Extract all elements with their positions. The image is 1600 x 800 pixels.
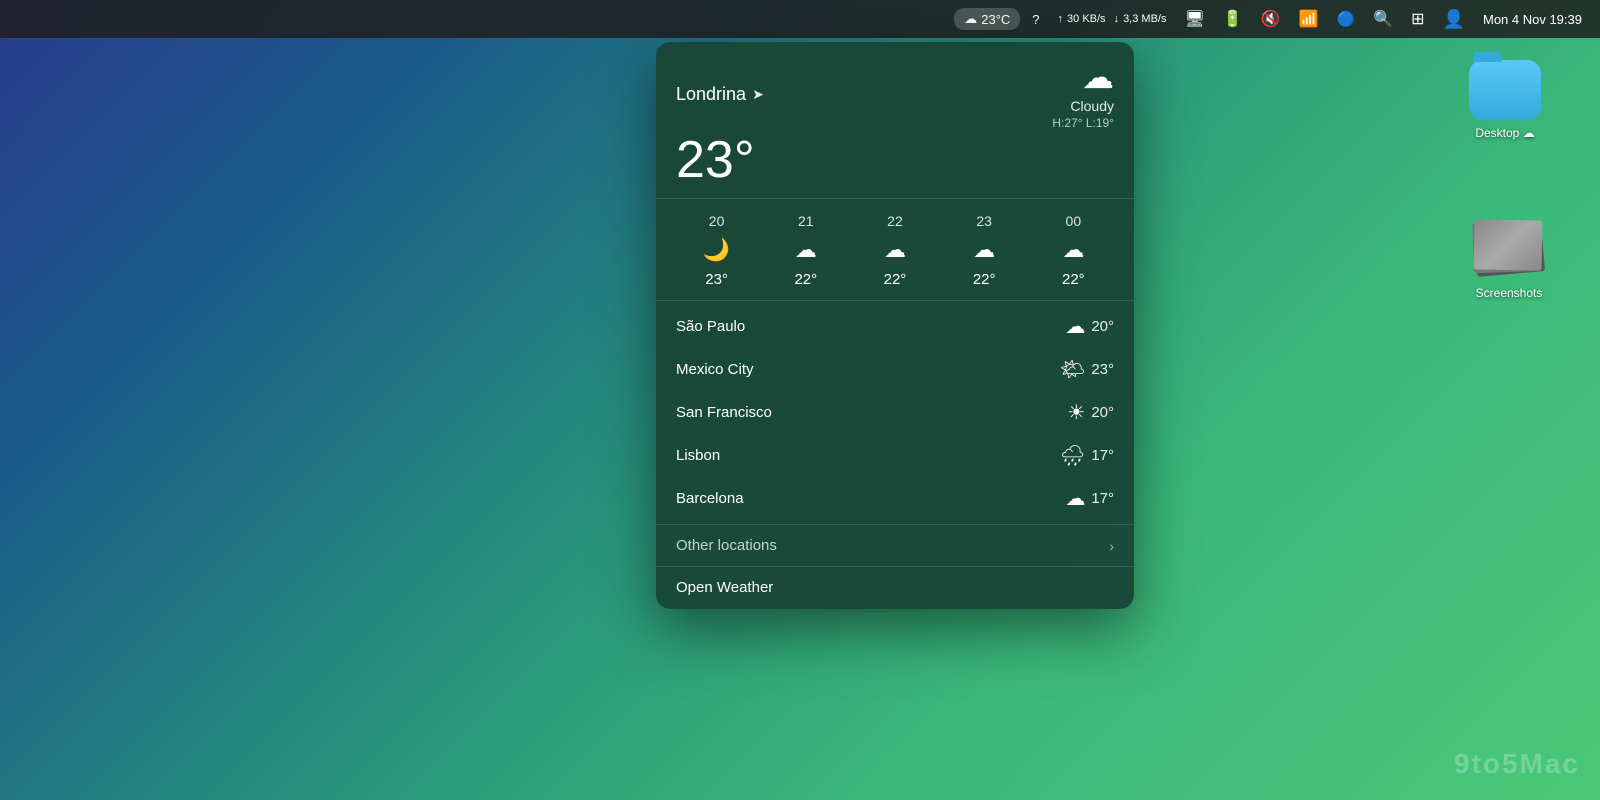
screenshots-icon [1473, 220, 1545, 280]
weather-current-right: ☁ Cloudy H:27° L:19° [1052, 58, 1114, 130]
menubar-avatar[interactable]: 👤 [1437, 7, 1471, 32]
mute-icon: 🔇 [1261, 9, 1281, 29]
screenshots-label: Screenshots [1476, 286, 1543, 300]
current-cloud-icon: ☁ [1082, 58, 1114, 96]
location-name-1: Mexico City [676, 361, 1060, 378]
hourly-icon-0: 🌙 [703, 237, 730, 263]
wifi-icon: 📶 [1299, 9, 1319, 29]
network-down: 3,3 MB/s [1123, 12, 1166, 26]
network-up: 30 KB/s [1067, 12, 1106, 26]
desktop-folder[interactable]: Desktop ☁ [1460, 60, 1550, 140]
menubar-wifi[interactable]: 📶 [1293, 7, 1325, 31]
watermark: 9to5Mac [1454, 748, 1580, 780]
weather-header: Londrina ➤ ☁ Cloudy H:27° L:19° 23° [656, 42, 1134, 198]
hourly-section: 20 🌙 23° 21 ☁ 22° 22 ☁ 22° 23 ☁ 22° 00 [656, 198, 1134, 301]
hourly-cell-3: 23 ☁ 22° [954, 213, 1014, 288]
hourly-icon-3: ☁ [973, 237, 995, 263]
bluetooth-icon: 🔵 [1337, 10, 1356, 28]
hourly-time-1: 21 [798, 213, 814, 229]
hourly-times-row: 20 🌙 23° 21 ☁ 22° 22 ☁ 22° 23 ☁ 22° 00 [656, 209, 1134, 292]
location-temp-2: 20° [1091, 404, 1114, 421]
high-low: H:27° L:19° [1052, 116, 1114, 130]
control-center-icon: ⊞ [1411, 9, 1424, 29]
location-temp-1: 23° [1091, 361, 1114, 378]
menubar-display[interactable]: 🖥 [1178, 7, 1210, 31]
hourly-temp-2: 22° [884, 271, 907, 288]
location-name-0: São Paulo [676, 318, 1065, 335]
cloud-icon: ☁ [964, 11, 977, 27]
current-temp: 23° [676, 134, 1114, 186]
location-name: Londrina [676, 84, 746, 105]
hourly-time-4: 00 [1066, 213, 1082, 229]
hourly-time-2: 22 [887, 213, 903, 229]
download-icon: ↓ [1114, 12, 1120, 26]
menubar-bluetooth[interactable]: 🔵 [1331, 8, 1362, 30]
desktop-folder-label: Desktop ☁ [1475, 126, 1534, 140]
location-row-3[interactable]: Lisbon 🌧 17° [656, 434, 1134, 477]
upload-icon: ↑ [1058, 12, 1064, 26]
menubar-items: ☁ 23°C ? ↑ 30 KB/s ↓ 3,3 MB/s 🖥 🔋 🔇 📶 [954, 7, 1588, 32]
location-name-2: San Francisco [676, 404, 1067, 421]
menubar-question[interactable]: ? [1026, 10, 1045, 29]
menubar-battery[interactable]: 🔋 [1217, 7, 1249, 31]
location-arrow-icon: ➤ [752, 86, 764, 103]
location-row-0[interactable]: São Paulo ☁ 20° [656, 305, 1134, 348]
location-icon-3: 🌧 [1060, 443, 1085, 468]
screenshots-folder[interactable]: Screenshots [1464, 220, 1554, 300]
location-temp-4: 17° [1091, 490, 1114, 507]
open-weather-row[interactable]: Open Weather [656, 566, 1134, 609]
menubar-weather[interactable]: ☁ 23°C [954, 8, 1020, 30]
location-row-4[interactable]: Barcelona ☁ 17° [656, 477, 1134, 520]
weather-location-row: Londrina ➤ ☁ Cloudy H:27° L:19° [676, 58, 1114, 130]
location-temp-3: 17° [1091, 447, 1114, 464]
datetime-label: Mon 4 Nov 19:39 [1483, 12, 1582, 27]
menubar-search[interactable]: 🔍 [1367, 7, 1399, 31]
display-icon: 🖥 [1184, 9, 1204, 29]
menubar-datetime[interactable]: Mon 4 Nov 19:39 [1477, 10, 1588, 29]
menubar-network[interactable]: ↑ 30 KB/s ↓ 3,3 MB/s [1052, 10, 1173, 28]
location-icon-1: 🌤 [1060, 357, 1085, 382]
hourly-cell-4: 00 ☁ 22° [1043, 213, 1103, 288]
hourly-temp-1: 22° [794, 271, 817, 288]
location-temp-0: 20° [1091, 318, 1114, 335]
location-row-1[interactable]: Mexico City 🌤 23° [656, 348, 1134, 391]
other-locations-row[interactable]: Other locations › [656, 524, 1134, 566]
location-icon-4: ☁ [1065, 486, 1085, 511]
location-list: São Paulo ☁ 20° Mexico City 🌤 23° San Fr… [656, 301, 1134, 524]
location-name-4: Barcelona [676, 490, 1065, 507]
search-icon: 🔍 [1373, 9, 1393, 29]
weather-popup: Londrina ➤ ☁ Cloudy H:27° L:19° 23° 20 🌙… [656, 42, 1134, 609]
location-name-3: Lisbon [676, 447, 1060, 464]
hourly-time-3: 23 [976, 213, 992, 229]
condition-text: Cloudy [1070, 98, 1114, 114]
hourly-cell-2: 22 ☁ 22° [865, 213, 925, 288]
hourly-temp-3: 22° [973, 271, 996, 288]
location-icon-0: ☁ [1065, 314, 1085, 339]
hourly-cell-0: 20 🌙 23° [687, 213, 747, 288]
hourly-time-0: 20 [709, 213, 725, 229]
menubar-control-center[interactable]: ⊞ [1405, 7, 1430, 31]
hourly-icon-1: ☁ [795, 237, 817, 263]
open-weather-label: Open Weather [676, 579, 773, 596]
hourly-temp-0: 23° [705, 271, 728, 288]
hourly-icon-2: ☁ [884, 237, 906, 263]
avatar-icon: 👤 [1443, 9, 1465, 30]
folder-icon [1469, 60, 1541, 120]
hourly-temp-4: 22° [1062, 271, 1085, 288]
menubar-mute[interactable]: 🔇 [1255, 7, 1287, 31]
menubar: ☁ 23°C ? ↑ 30 KB/s ↓ 3,3 MB/s 🖥 🔋 🔇 📶 [0, 0, 1600, 38]
question-icon: ? [1032, 12, 1039, 27]
other-locations-label: Other locations [676, 537, 1109, 554]
location-icon-2: ☀ [1067, 400, 1085, 425]
menubar-temp: 23°C [981, 12, 1010, 27]
location-row-2[interactable]: San Francisco ☀ 20° [656, 391, 1134, 434]
hourly-icon-4: ☁ [1062, 237, 1084, 263]
weather-location: Londrina ➤ [676, 84, 764, 105]
hourly-cell-1: 21 ☁ 22° [776, 213, 836, 288]
chevron-right-icon: › [1109, 538, 1114, 554]
film-strip-3 [1474, 219, 1543, 270]
battery-icon: 🔋 [1223, 9, 1243, 29]
